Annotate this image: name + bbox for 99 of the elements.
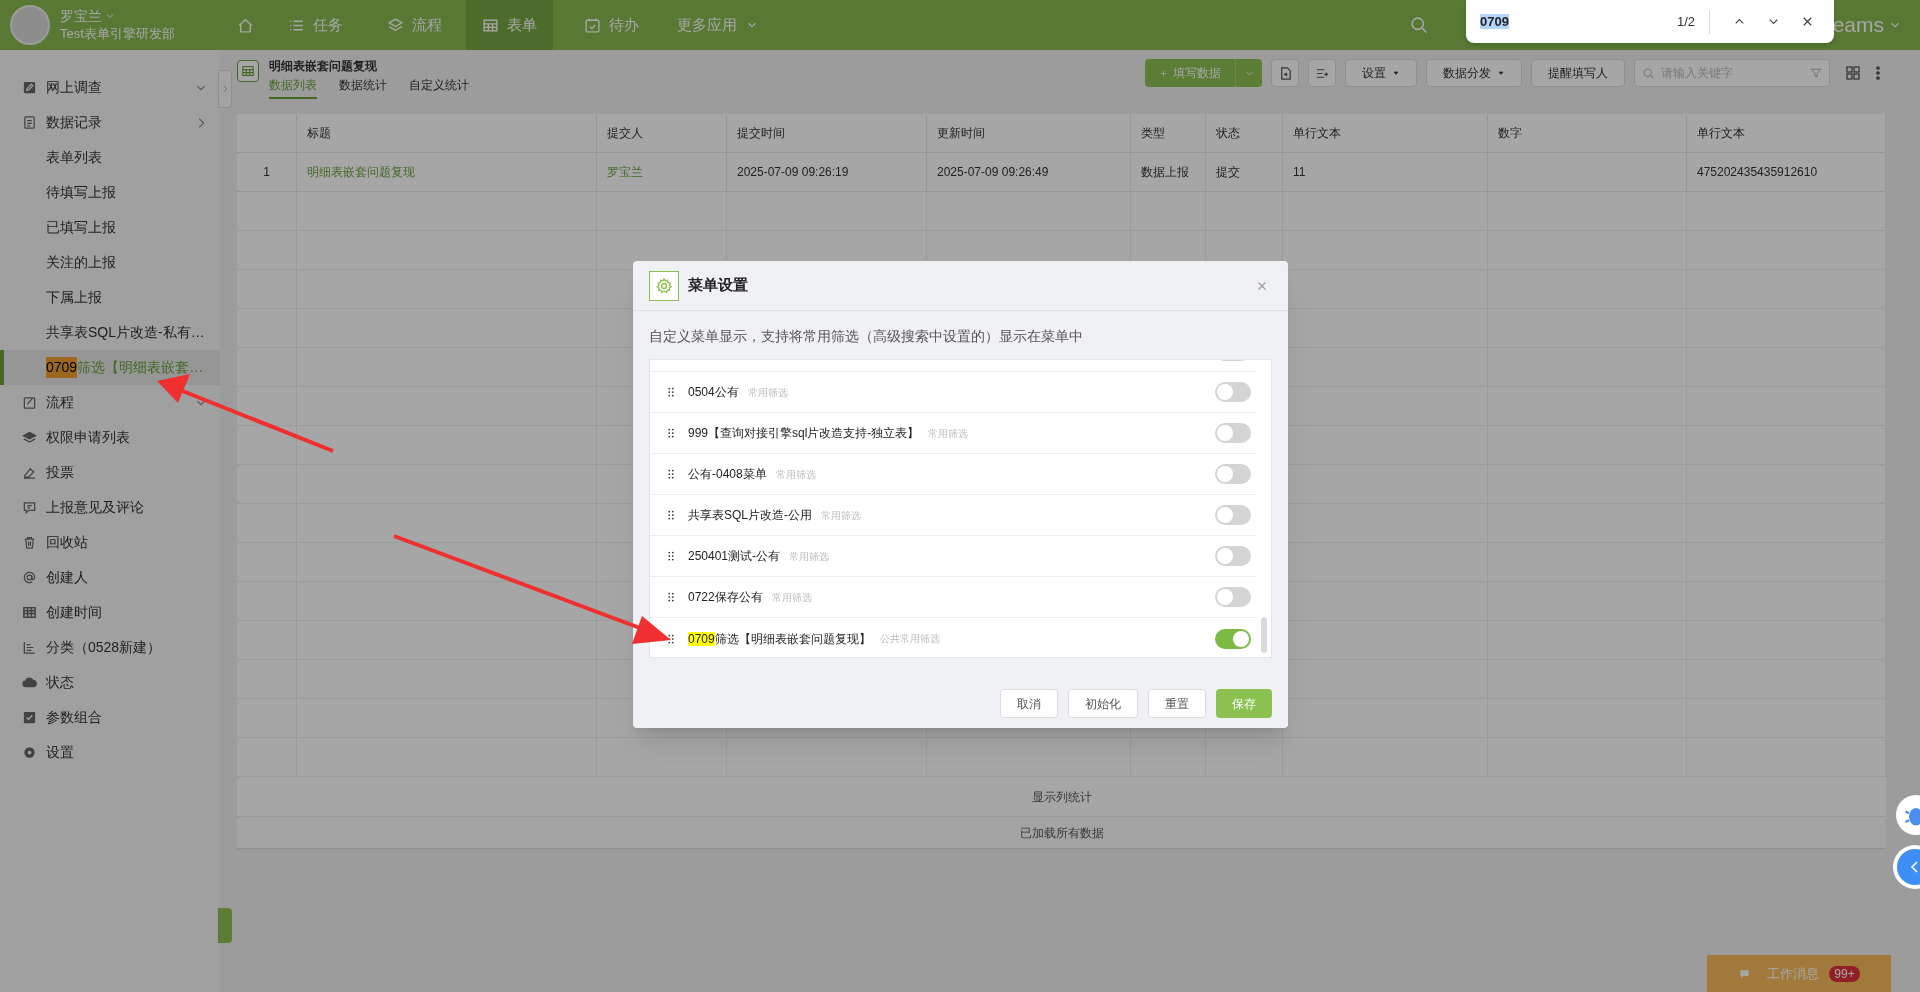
toggle-switch[interactable] [1215, 423, 1251, 443]
avatar[interactable] [10, 5, 50, 45]
filter-name: 公有-0408菜单 [688, 466, 767, 483]
dialog-description: 自定义菜单显示，支持将常用筛选（高级搜索中设置的）显示在菜单中 [648, 327, 1084, 346]
search-icon [1642, 67, 1655, 80]
page-title: 明细表嵌套问题复现 [269, 58, 378, 74]
home-icon [236, 16, 254, 34]
plus-icon [1159, 69, 1168, 79]
caret-icon [1392, 69, 1400, 77]
work-messages-button[interactable]: 工作消息 99+ [1707, 955, 1891, 992]
table-icon [482, 16, 499, 34]
filter-name: 999【查询对接引擎sql片改造支持-独立表】 [688, 425, 920, 442]
sidebar-item[interactable]: 参数组合 [0, 700, 220, 735]
page-tab[interactable]: 数据统计 [339, 76, 387, 99]
grid-icon [1845, 65, 1861, 81]
toggle-switch[interactable] [1215, 382, 1251, 402]
table-cell-text: 2025-07-09 09:26:49 [937, 164, 1049, 181]
settings-icon [649, 270, 679, 301]
sidebar-item[interactable]: 分类（0528新建） [0, 630, 220, 665]
toggle-switch[interactable] [1215, 587, 1251, 607]
sidebar-item[interactable]: 共享表SQL片改造-私有… [0, 315, 220, 350]
find-query[interactable]: 0709 [1480, 13, 1509, 29]
table-cell-text: 11 [1293, 164, 1306, 181]
sidebar-item[interactable]: 关注的上报 [0, 245, 220, 280]
column-header[interactable]: 状态 [1216, 124, 1240, 142]
dialog-button[interactable]: 初始化 [1068, 689, 1138, 718]
dialog-button[interactable]: 取消 [1000, 689, 1058, 718]
menu-button[interactable]: 数据分发 [1426, 59, 1522, 87]
column-header[interactable]: 单行文本 [1697, 124, 1745, 142]
sidebar-item[interactable]: 投票 [0, 455, 220, 490]
calendar-icon [584, 16, 601, 34]
sidebar-item[interactable]: 已填写上报 [0, 210, 220, 245]
column-header[interactable]: 单行文本 [1293, 124, 1341, 142]
sidebar-item[interactable]: 回收站 [0, 525, 220, 560]
department-name: Test表单引擎研发部 [60, 25, 175, 43]
filter-name: 共享表SQL片改造-公用 [688, 507, 812, 524]
sidebar-item[interactable]: 设置 [0, 735, 220, 770]
load-status: 已加载所有数据 [1019, 824, 1104, 842]
column-header[interactable]: 提交人 [607, 124, 643, 142]
scrollbar-thumb[interactable] [1261, 617, 1267, 653]
table-cell-text: 2025-07-09 09:26:19 [737, 164, 849, 181]
gear-icon [22, 745, 37, 760]
match-count: 1/2 [1676, 12, 1695, 31]
collapse-handle[interactable] [218, 70, 232, 108]
filter-name: 0709筛选【明细表嵌套问题复现】 [688, 630, 871, 648]
row-number: 1 [263, 164, 270, 181]
chat-icon [1738, 967, 1752, 980]
column-header[interactable]: 更新时间 [937, 124, 985, 142]
sidebar-item[interactable]: 创建人 [0, 560, 220, 595]
cloud-icon [22, 675, 37, 690]
column-settings-button[interactable] [1308, 59, 1336, 87]
menu-button[interactable]: 设置 [1345, 59, 1417, 87]
toggle-switch[interactable] [1215, 546, 1251, 566]
eraser-icon [22, 465, 37, 480]
edit-icon [22, 80, 37, 95]
column-header[interactable]: 数字 [1498, 124, 1522, 142]
table-cell-text: 475202435435912610 [1697, 164, 1818, 181]
column-header[interactable]: 标题 [307, 124, 331, 142]
layers-icon [22, 430, 37, 445]
table-cell-text: 数据上报 [1141, 164, 1189, 181]
search-icon [1408, 15, 1429, 35]
dropdown-button[interactable] [1235, 59, 1262, 87]
table-cell-text: 提交 [1216, 164, 1240, 181]
filter-icon [1810, 67, 1822, 79]
checkbox-icon [22, 710, 37, 725]
chevron-right-icon [220, 84, 230, 94]
filter-name: 0504公有 [688, 384, 739, 401]
filter-name: 0722保存公有 [688, 589, 763, 606]
toggle-switch[interactable] [1215, 464, 1251, 484]
column-header[interactable]: 提交时间 [737, 124, 785, 142]
trash-icon [22, 535, 37, 550]
toggle-switch[interactable] [1215, 505, 1251, 525]
table-icon [22, 605, 37, 620]
dialog-title: 菜单设置 [688, 275, 748, 296]
column-header[interactable]: 类型 [1141, 124, 1165, 142]
sidebar-item[interactable]: 创建时间 [0, 595, 220, 630]
caret-icon [1497, 69, 1505, 77]
count-badge: 99+ [1829, 965, 1860, 982]
column-stats-link[interactable]: 显示列统计 [1031, 787, 1092, 806]
edit-icon [22, 395, 37, 410]
sidebar-item[interactable]: 数据记录 [0, 105, 220, 140]
sidebar-item[interactable]: 待填写上报 [0, 175, 220, 210]
sidebar-item[interactable]: 下属上报 [0, 280, 220, 315]
bar-chart-icon [22, 640, 37, 655]
remind-button[interactable]: 提醒填写人 [1531, 59, 1625, 87]
page-tab[interactable]: 自定义统计 [409, 76, 469, 99]
toggle-switch[interactable] [1215, 628, 1251, 649]
dialog-button[interactable]: 重置 [1148, 689, 1206, 718]
sidebar-item[interactable]: 权限申请列表 [0, 420, 220, 455]
document-icon [22, 115, 37, 130]
sidebar-item[interactable]: 状态 [0, 665, 220, 700]
export-button[interactable] [1271, 59, 1299, 87]
at-icon [22, 570, 37, 585]
sidebar-item[interactable]: 上报意见及评论 [0, 490, 220, 525]
filter-name: 250401测试-公有 [688, 548, 781, 565]
sidebar-item[interactable]: 表单列表 [0, 140, 220, 175]
collapse-handle[interactable] [218, 908, 232, 943]
layers-icon [386, 16, 404, 34]
comment-icon [22, 500, 37, 515]
